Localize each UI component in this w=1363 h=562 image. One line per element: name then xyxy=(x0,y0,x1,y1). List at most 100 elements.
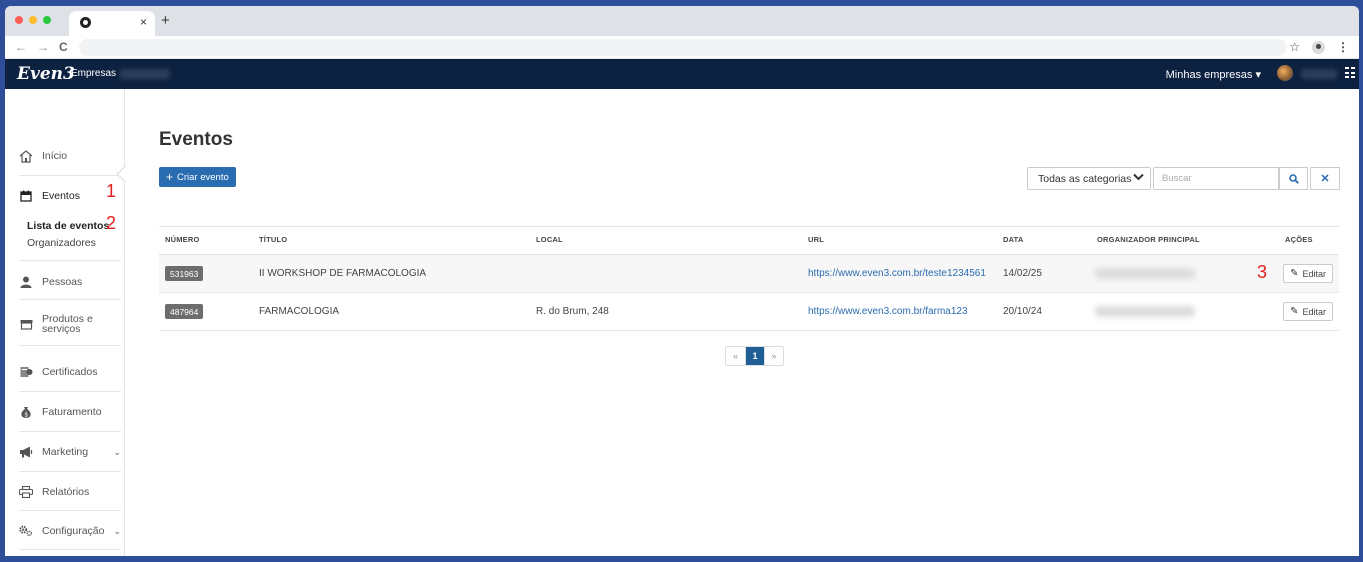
printer-icon xyxy=(19,485,33,499)
sidebar-item-pessoas[interactable]: Pessoas xyxy=(19,275,121,289)
pagination-prev[interactable]: « xyxy=(726,347,745,365)
back-button[interactable]: ← xyxy=(15,40,27,54)
logo-subtitle: Empresas xyxy=(71,68,117,79)
event-number-badge: 531963 xyxy=(165,266,204,281)
event-number-badge: 487964 xyxy=(165,304,204,319)
create-event-button[interactable]: + Criar evento xyxy=(159,167,236,187)
divider xyxy=(19,175,121,176)
sidebar-item-label: Configuração xyxy=(42,525,105,537)
category-select[interactable]: Todas as categorias xyxy=(1027,167,1151,190)
event-url-link[interactable]: https://www.even3.com.br/farma123 xyxy=(808,306,968,317)
create-event-label: Criar evento xyxy=(177,171,229,183)
event-url-link[interactable]: https://www.even3.com.br/teste1234561 xyxy=(808,268,986,279)
clear-search-button[interactable]: ✕ xyxy=(1310,167,1340,190)
col-local: LOCAL xyxy=(536,235,563,244)
sidebar-item-marketing[interactable]: Marketing ⌄ xyxy=(19,445,121,459)
sidebar-item-certificados[interactable]: Certificados xyxy=(19,365,121,379)
minimize-window-button[interactable] xyxy=(29,16,37,24)
chevron-down-icon xyxy=(1133,172,1144,184)
divider xyxy=(19,260,121,261)
even3-logo[interactable]: Even3 xyxy=(17,64,75,84)
browser-tab[interactable]: × xyxy=(69,11,155,36)
gear-icon xyxy=(19,524,33,538)
pagination-page-1[interactable]: 1 xyxy=(745,347,764,365)
organizer-blurred xyxy=(1095,268,1195,279)
my-companies-dropdown[interactable]: Minhas empresas ▾ xyxy=(1166,68,1261,81)
close-window-button[interactable] xyxy=(15,16,23,24)
annotation-1: 1 xyxy=(106,181,117,201)
sidebar-item-inicio[interactable]: Início xyxy=(19,149,121,163)
sidebar-item-faturamento[interactable]: $ Faturamento xyxy=(19,405,121,419)
browser-toolbar: ← → C ☆ ⋮ xyxy=(5,36,1359,59)
tab-close-icon[interactable]: × xyxy=(140,15,147,29)
sidebar-subitem-organizadores[interactable]: Organizadores xyxy=(27,237,96,249)
col-numero: NÚMERO xyxy=(165,235,200,244)
home-icon xyxy=(19,149,33,163)
table-row: 531963 II WORKSHOP DE FARMACOLOGIA https… xyxy=(159,255,1339,293)
person-icon xyxy=(19,275,33,289)
table-header: NÚMERO TÍTULO LOCAL URL DATA ORGANIZADOR… xyxy=(159,226,1339,255)
chevron-down-icon: ⌄ xyxy=(113,446,121,457)
divider xyxy=(19,510,121,511)
sidebar-item-relatorios[interactable]: Relatórios xyxy=(19,485,121,499)
user-name-blurred xyxy=(1301,69,1337,79)
col-data: DATA xyxy=(1003,235,1024,244)
close-icon: ✕ xyxy=(1320,173,1330,185)
sidebar-item-produtos[interactable]: Produtos e serviços xyxy=(19,314,121,334)
avatar[interactable] xyxy=(1277,65,1293,81)
event-local: R. do Brum, 248 xyxy=(536,306,609,317)
edit-icon: ✎ xyxy=(1290,268,1299,279)
divider xyxy=(19,431,121,432)
sidebar-subitem-lista-de-eventos[interactable]: Lista de eventos xyxy=(27,220,109,232)
event-date: 14/02/25 xyxy=(1003,268,1042,279)
divider xyxy=(19,391,121,392)
chrome-favicon-icon xyxy=(80,17,91,28)
col-url: URL xyxy=(808,235,825,244)
search-input[interactable] xyxy=(1153,167,1279,190)
edit-button[interactable]: ✎ Editar xyxy=(1283,264,1333,283)
table-row: 487964 FARMACOLOGIA R. do Brum, 248 http… xyxy=(159,293,1339,331)
col-organizador: ORGANIZADOR PRINCIPAL xyxy=(1097,235,1200,244)
new-tab-button[interactable]: + xyxy=(161,12,170,29)
event-title: II WORKSHOP DE FARMACOLOGIA xyxy=(259,268,427,279)
store-icon xyxy=(19,317,33,331)
browser-menu-icon[interactable]: ⋮ xyxy=(1337,40,1349,54)
reload-button[interactable]: C xyxy=(59,40,68,54)
sidebar-item-configuracao[interactable]: Configuração ⌄ xyxy=(19,524,121,538)
bookmark-star-icon[interactable]: ☆ xyxy=(1289,40,1300,54)
category-select-value: Todas as categorias xyxy=(1038,172,1132,185)
pagination-next[interactable]: » xyxy=(764,347,783,365)
event-title: FARMACOLOGIA xyxy=(259,306,340,317)
sidebar-item-label: Eventos xyxy=(42,190,80,202)
divider xyxy=(19,299,121,300)
edit-button[interactable]: ✎ Editar xyxy=(1283,302,1333,321)
window-controls xyxy=(15,16,51,24)
page-title: Eventos xyxy=(159,129,233,150)
sidebar: Início Eventos Lista de eventos Organiza… xyxy=(5,89,134,556)
annotation-3: 3 xyxy=(1257,262,1268,282)
edit-label: Editar xyxy=(1302,268,1326,279)
megaphone-icon xyxy=(19,445,33,459)
sidebar-item-label: Faturamento xyxy=(42,406,102,418)
sidebar-item-label: Marketing xyxy=(42,446,89,458)
address-bar[interactable] xyxy=(79,39,1287,56)
chevron-down-icon: ⌄ xyxy=(113,525,122,536)
col-acoes: AÇÕES xyxy=(1285,235,1313,244)
sidebar-item-label: Produtos e serviços xyxy=(42,313,93,335)
events-table: NÚMERO TÍTULO LOCAL URL DATA ORGANIZADOR… xyxy=(159,226,1339,331)
maximize-window-button[interactable] xyxy=(43,16,51,24)
main-content: Eventos + Criar evento Todas as categori… xyxy=(126,89,1359,556)
calendar-icon xyxy=(19,189,33,203)
profile-icon[interactable] xyxy=(1312,40,1325,54)
search-button[interactable] xyxy=(1279,167,1308,190)
forward-button[interactable]: → xyxy=(37,40,49,54)
organizer-blurred xyxy=(1095,306,1195,317)
divider xyxy=(19,471,121,472)
event-date: 20/10/24 xyxy=(1003,306,1042,317)
pagination: « 1 » xyxy=(725,346,784,366)
search-icon xyxy=(1288,173,1299,184)
svg-text:$: $ xyxy=(24,411,28,418)
apps-grid-icon[interactable] xyxy=(1345,67,1355,79)
browser-window: × + ← → C ☆ ⋮ Even3 Empresas Minhas empr… xyxy=(5,6,1359,556)
toolbar-icons: ☆ ⋮ xyxy=(1289,40,1349,54)
